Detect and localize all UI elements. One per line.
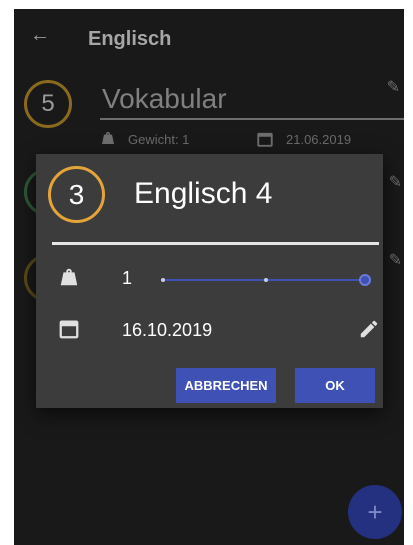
weight-icon — [60, 268, 78, 286]
arrow-left-icon[interactable]: ← — [30, 25, 50, 45]
slider-tick — [264, 278, 268, 282]
slider-tick — [161, 278, 165, 282]
level-value: 5 — [41, 90, 55, 117]
list-item-title: Vokabular — [102, 83, 227, 114]
app-title: Englisch — [88, 28, 172, 50]
weight-icon — [102, 132, 114, 144]
weight-value: 1 — [122, 268, 133, 288]
pencil-icon[interactable]: ✎ — [389, 250, 402, 270]
level-badge: 3 — [48, 166, 105, 223]
ok-button[interactable]: OK — [295, 368, 375, 403]
slider-thumb[interactable] — [359, 274, 371, 286]
date-value: 16.10.2019 — [122, 320, 213, 340]
weight-text: Gewicht: 1 — [128, 132, 190, 147]
date-text: 21.06.2019 — [286, 132, 352, 147]
pencil-icon[interactable] — [358, 318, 380, 340]
level-value: 3 — [68, 178, 85, 210]
edit-dialog: 3 Englisch 4 1 16.10.2019 ABBRECHEN OK — [36, 154, 383, 408]
cancel-button[interactable]: ABBRECHEN — [176, 368, 276, 403]
add-button[interactable]: + — [348, 485, 402, 539]
pencil-icon[interactable]: ✎ — [387, 77, 400, 97]
dialog-title[interactable]: Englisch 4 — [134, 177, 272, 211]
app-screen: ← Englisch 5 ✎ ✎ Vokabular ✎ Gewicht: 1 … — [14, 9, 404, 545]
weight-slider[interactable] — [161, 271, 371, 289]
calendar-icon — [59, 320, 79, 339]
level-badge: 5 — [24, 80, 72, 128]
title-input-underline — [52, 242, 379, 245]
plus-icon: + — [367, 496, 383, 527]
app-bar: ← Englisch — [14, 9, 404, 65]
calendar-icon — [257, 132, 273, 147]
divider — [100, 118, 404, 120]
pencil-icon[interactable]: ✎ — [389, 172, 402, 192]
